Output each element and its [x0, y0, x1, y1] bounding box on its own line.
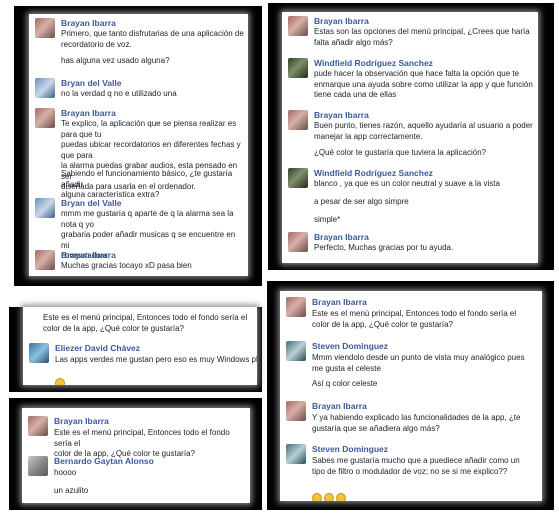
message-text: Sabes me gustaría mucho que a puediece a…	[312, 456, 520, 476]
author-name[interactable]: Brayan Ibarra	[61, 18, 116, 28]
message: Brayan Ibarra Te explico, la aplicación …	[35, 108, 244, 199]
chat-card-1: Brayan Ibarra Primero, que tanto disfrut…	[29, 14, 248, 276]
avatar[interactable]	[29, 343, 49, 363]
author-name[interactable]: Steven Dominguez	[312, 444, 388, 454]
emoji-row	[312, 482, 538, 501]
message: Steven Dominguez Mmm viendolo desde un p…	[286, 341, 538, 397]
message: Brayan Ibarra Este es el menú principal,…	[286, 297, 538, 335]
avatar[interactable]	[35, 250, 55, 270]
message: Eliezer David Chávez Las apps verdes me …	[29, 343, 257, 385]
message: Bryan del Valle no la verdad q no e util…	[35, 78, 244, 104]
message-text: has alguna vez usado alguna?	[61, 56, 170, 65]
message: Brayan Ibarra Perfecto, Muchas gracias p…	[288, 232, 534, 258]
message-text: blanco , ya que es un color neutral y su…	[314, 179, 500, 188]
chat-panel-3: Este es el menú principal, Entonces todo…	[9, 307, 262, 392]
avatar[interactable]	[288, 232, 308, 252]
message: Brayan Ibarra Muchas gracias tocayo xD p…	[35, 250, 244, 274]
avatar[interactable]	[35, 78, 55, 98]
avatar[interactable]	[286, 444, 306, 464]
author-name[interactable]: Brayan Ibarra	[314, 16, 369, 26]
author-name[interactable]: Windfield Rodríguez Sanchez	[314, 168, 433, 178]
message-text: Muchas gracias tocayo xD pasa bien	[61, 261, 192, 270]
message: Brayan Ibarra Este es el menú principal,…	[28, 416, 246, 458]
message-text: a pesar de ser algo simpre	[314, 197, 409, 206]
message: Bryan del Valle mmm me gustaría q aparte…	[35, 198, 244, 260]
message-text: Este es el menú principal, Entonces todo…	[312, 309, 517, 329]
chat-panel-1: Brayan Ibarra Primero, que tanto disfrut…	[14, 6, 262, 286]
author-name[interactable]: Steven Dominguez	[312, 341, 388, 351]
avatar[interactable]	[286, 401, 306, 421]
message-text: Mmm viendolo desde un punto de vista muy…	[312, 353, 525, 373]
author-name[interactable]: Bryan del Valle	[61, 78, 121, 88]
avatar[interactable]	[286, 297, 306, 317]
avatar[interactable]	[35, 18, 55, 38]
message-text: pude hacer la observación que hace falta…	[314, 69, 533, 99]
message-text: Así q color celeste	[312, 379, 378, 388]
avatar[interactable]	[288, 58, 308, 78]
smile-emoji-icon	[324, 492, 334, 501]
chat-card-5: Brayan Ibarra Este es el menú principal,…	[280, 291, 542, 501]
smile-emoji-icon	[312, 492, 322, 501]
avatar[interactable]	[288, 110, 308, 130]
message: Brayan Ibarra Y ya habiendo explicado la…	[286, 401, 538, 439]
message-text: Y ya habiendo explicado las funcionalida…	[312, 413, 521, 433]
chat-panel-4: Brayan Ibarra Este es el menú principal,…	[9, 398, 262, 510]
avatar[interactable]	[28, 416, 48, 436]
avatar[interactable]	[35, 198, 55, 218]
chat-card-3: Este es el menú principal, Entonces todo…	[23, 307, 257, 385]
message-text: Primero, que tanto disfrutarias de una a…	[61, 29, 244, 49]
author-name[interactable]: Windfield Rodríguez Sanchez	[314, 58, 433, 68]
avatar[interactable]	[35, 108, 55, 128]
avatar[interactable]	[286, 341, 306, 361]
message-text: no la verdad q no e utilizado una	[61, 89, 177, 98]
author-name[interactable]: Brayan Ibarra	[61, 250, 116, 260]
chat-panel-2: Brayan Ibarra Estas son las opciones del…	[268, 3, 554, 270]
message-text: un azulito	[54, 486, 89, 495]
avatar[interactable]	[288, 168, 308, 188]
message-text: ¿Qué color te gustaría que tuviera la ap…	[314, 148, 487, 157]
message: Steven Dominguez Sabes me gustaría mucho…	[286, 444, 538, 501]
chat-card-2: Brayan Ibarra Estas son las opciones del…	[282, 12, 538, 263]
author-name[interactable]: Eliezer David Chávez	[55, 343, 140, 353]
avatar[interactable]	[288, 16, 308, 36]
author-name[interactable]: Bernardo Gaytan Alonso	[54, 456, 154, 466]
message: Windfield Rodríguez Sanchez blanco , ya …	[288, 168, 534, 230]
author-name[interactable]: Brayan Ibarra	[61, 108, 116, 118]
author-name[interactable]: Brayan Ibarra	[314, 232, 369, 242]
author-name[interactable]: Bryan del Valle	[61, 198, 121, 208]
chat-card-4: Brayan Ibarra Este es el menú principal,…	[22, 408, 250, 503]
smile-emoji-icon	[336, 492, 346, 501]
message-text: Este es el menú principal, Entonces todo…	[43, 313, 248, 333]
message-text: Estas son las opciones del menú principa…	[314, 27, 530, 47]
message: Brayan Ibarra Buen punto, tienes razón, …	[288, 110, 534, 166]
avatar[interactable]	[28, 456, 48, 476]
author-name[interactable]: Brayan Ibarra	[312, 401, 367, 411]
chat-panel-5: Brayan Ibarra Este es el menú principal,…	[267, 281, 554, 510]
message-text: Perfecto, Muchas gracias por tu ayuda.	[314, 243, 454, 252]
message-text: simple*	[314, 215, 341, 224]
message-text: hoooo	[54, 468, 77, 477]
message-text: Buen punto, tienes razón, aquello ayudar…	[314, 121, 533, 141]
message-text: Este es el menú principal, Entonces todo…	[54, 428, 230, 458]
smile-emoji-icon	[55, 377, 65, 385]
author-name[interactable]: Brayan Ibarra	[314, 110, 369, 120]
emoji-row	[55, 367, 253, 385]
message: Brayan Ibarra Estas son las opciones del…	[288, 16, 534, 50]
author-name[interactable]: Brayan Ibarra	[312, 297, 367, 307]
message: Windfield Rodríguez Sanchez pude hacer l…	[288, 58, 534, 104]
message: Brayan Ibarra Primero, que tanto disfrut…	[35, 18, 244, 68]
message-text: Las apps verdes me gustan pero eso es mu…	[55, 355, 257, 364]
message-text: Sabiendo el funcionamiento básico, ¿te g…	[61, 169, 233, 199]
author-name[interactable]: Brayan Ibarra	[54, 416, 109, 426]
message: Bernardo Gaytan Alonso hoooo un azulito	[28, 456, 246, 500]
